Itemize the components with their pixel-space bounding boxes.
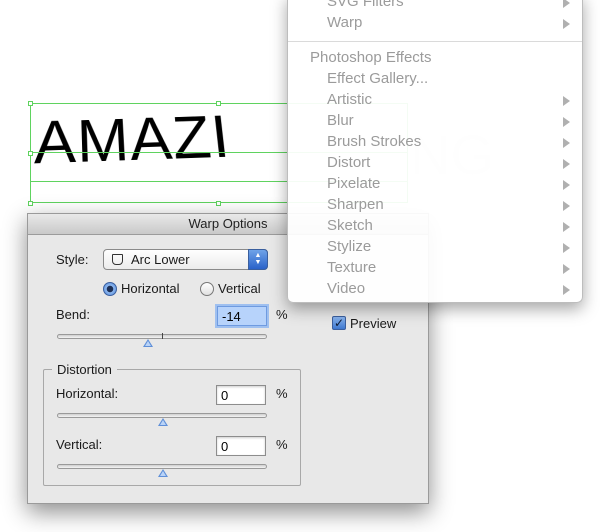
horizontal-radio-label[interactable]: Horizontal bbox=[121, 281, 180, 296]
menu-item-blur[interactable]: Blur bbox=[327, 112, 354, 129]
horizontal-radio[interactable] bbox=[103, 282, 117, 296]
submenu-arrow-icon bbox=[563, 0, 570, 8]
menu-item-pixelate[interactable]: Pixelate bbox=[327, 175, 380, 192]
effect-menu: SVG Filters Warp Photoshop Effects Effec… bbox=[287, 0, 583, 303]
selection-handle-top-middle[interactable] bbox=[216, 101, 221, 106]
menu-item-warp[interactable]: Warp bbox=[327, 14, 362, 31]
menu-item-artistic[interactable]: Artistic bbox=[327, 91, 372, 108]
submenu-arrow-icon bbox=[563, 117, 570, 127]
selection-handle-bottom-middle[interactable] bbox=[216, 201, 221, 206]
submenu-arrow-icon bbox=[563, 243, 570, 253]
distortion-horizontal-label: Horizontal: bbox=[56, 386, 119, 401]
submenu-arrow-icon bbox=[563, 222, 570, 232]
menu-item-brush-strokes[interactable]: Brush Strokes bbox=[327, 133, 421, 150]
selection-handle-bottom-left[interactable] bbox=[28, 201, 33, 206]
menu-separator bbox=[288, 41, 582, 42]
submenu-arrow-icon bbox=[563, 138, 570, 148]
selection-handle-top-left[interactable] bbox=[28, 101, 33, 106]
distortion-horizontal-input[interactable] bbox=[216, 385, 266, 405]
preview-label[interactable]: Preview bbox=[350, 316, 396, 331]
distortion-vertical-slider-thumb[interactable] bbox=[158, 469, 168, 477]
style-label: Style: bbox=[56, 252, 89, 267]
selection-handle-middle-left[interactable] bbox=[28, 151, 33, 156]
submenu-arrow-icon bbox=[563, 180, 570, 190]
bend-slider-thumb[interactable] bbox=[143, 339, 153, 347]
menu-item-stylize[interactable]: Stylize bbox=[327, 238, 371, 255]
distortion-horizontal-slider-thumb[interactable] bbox=[158, 418, 168, 426]
submenu-arrow-icon bbox=[563, 201, 570, 211]
select-stepper-icon: ▲ ▼ bbox=[248, 249, 268, 270]
menu-item-texture[interactable]: Texture bbox=[327, 259, 376, 276]
distortion-vertical-input[interactable] bbox=[216, 436, 266, 456]
arc-lower-icon bbox=[112, 254, 123, 265]
menu-item-distort[interactable]: Distort bbox=[327, 154, 370, 171]
submenu-arrow-icon bbox=[563, 96, 570, 106]
menu-item-svg-filters[interactable]: SVG Filters bbox=[327, 0, 404, 10]
distortion-group-title: Distortion bbox=[52, 362, 117, 377]
menu-section-photoshop-effects: Photoshop Effects bbox=[310, 49, 432, 66]
submenu-arrow-icon bbox=[563, 159, 570, 169]
bend-unit: % bbox=[276, 307, 288, 322]
distortion-vertical-unit: % bbox=[276, 437, 288, 452]
submenu-arrow-icon bbox=[563, 264, 570, 274]
style-select-value: Arc Lower bbox=[131, 252, 190, 267]
vertical-radio[interactable] bbox=[200, 282, 214, 296]
submenu-arrow-icon bbox=[563, 285, 570, 295]
vertical-radio-label[interactable]: Vertical bbox=[218, 281, 261, 296]
bend-input[interactable] bbox=[217, 306, 267, 326]
distortion-vertical-label: Vertical: bbox=[56, 437, 103, 452]
menu-item-video[interactable]: Video bbox=[327, 280, 365, 297]
bend-slider-center-tick bbox=[162, 333, 163, 339]
menu-item-sharpen[interactable]: Sharpen bbox=[327, 196, 384, 213]
submenu-arrow-icon bbox=[563, 19, 570, 29]
distortion-horizontal-unit: % bbox=[276, 386, 288, 401]
bend-label: Bend: bbox=[56, 307, 90, 322]
preview-checkbox[interactable]: ✓ bbox=[332, 316, 346, 330]
menu-item-sketch[interactable]: Sketch bbox=[327, 217, 373, 234]
menu-item-effect-gallery[interactable]: Effect Gallery... bbox=[327, 70, 428, 87]
style-select[interactable]: Arc Lower ▲ ▼ bbox=[103, 249, 268, 270]
